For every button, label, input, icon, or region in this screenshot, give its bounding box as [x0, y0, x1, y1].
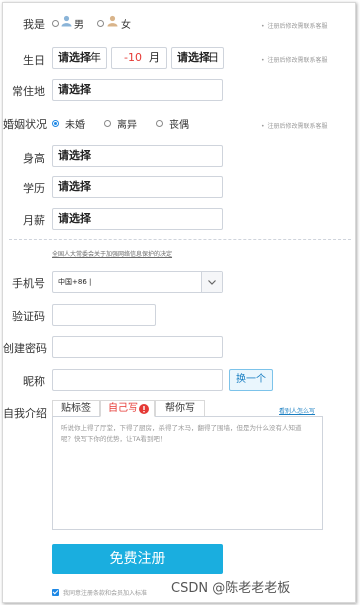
password-label: 创建密码: [3, 342, 47, 355]
tab-tags[interactable]: 贴标签: [52, 400, 100, 417]
phone-label: 手机号: [12, 277, 45, 290]
birth-day-value: 请选择: [177, 51, 210, 64]
agreement-text: 我同意注册条款和会员加入标准: [63, 590, 148, 597]
gender-male-label: 男: [74, 20, 84, 31]
education-label: 学历: [23, 182, 45, 195]
birth-year-select[interactable]: 请选择 年: [52, 47, 107, 69]
birth-month-unit: 月: [149, 51, 160, 64]
education-value: 请选择: [58, 180, 91, 193]
tab-write-yourself[interactable]: 自己写: [100, 400, 155, 417]
birthday-note: 注册后修改需联系客服: [261, 55, 328, 64]
chevron-down-icon: [208, 280, 216, 285]
intro-label: 自我介绍: [3, 407, 47, 420]
nickname-input[interactable]: [52, 369, 223, 391]
birth-month-select[interactable]: -10 月: [111, 47, 167, 69]
intro-textarea[interactable]: 听说你上得了厅堂，下得了厨房，杀得了木马，翻得了围墙，但是为什么没有人知道呢？快…: [52, 416, 323, 530]
residence-label: 常住地: [12, 85, 45, 98]
salary-value: 请选择: [58, 212, 91, 225]
marital-divorced-label: 离异: [117, 120, 137, 131]
height-select[interactable]: 请选择: [52, 145, 223, 167]
education-select[interactable]: 请选择: [52, 176, 223, 198]
birth-month-value: -10: [124, 51, 142, 64]
gender-female-radio[interactable]: [97, 20, 104, 27]
marital-widowed-label: 丧偶: [169, 120, 189, 131]
phone-country-dropdown[interactable]: [201, 272, 222, 292]
see-others-link[interactable]: 看别人怎么写: [279, 406, 315, 415]
height-label: 身高: [23, 152, 45, 165]
marital-widowed-radio[interactable]: [156, 120, 163, 127]
gender-female-label: 女: [121, 20, 131, 31]
code-input[interactable]: [52, 304, 156, 326]
salary-select[interactable]: 请选择: [52, 208, 223, 230]
section-divider: [9, 239, 351, 240]
female-user-icon: [107, 15, 118, 27]
height-value: 请选择: [58, 149, 91, 162]
birth-year-value: 请选择: [58, 51, 91, 64]
phone-input[interactable]: 中国+86 |: [52, 271, 223, 293]
marital-note: 注册后修改需联系客服: [261, 121, 328, 130]
gender-note: 注册后修改需联系客服: [261, 21, 328, 30]
male-user-icon: [61, 15, 72, 27]
residence-select[interactable]: 请选择: [52, 79, 223, 101]
phone-value: 中国+86 |: [58, 278, 92, 286]
watermark-text: CSDN @陈老老老板: [169, 577, 293, 596]
code-label: 验证码: [12, 310, 45, 323]
gender-label: 我是: [23, 18, 45, 31]
marital-label: 婚姻状况: [3, 118, 47, 131]
birth-year-unit: 年: [90, 51, 101, 64]
change-nickname-button[interactable]: 换一个: [229, 369, 273, 391]
alert-icon: [139, 404, 149, 414]
register-button[interactable]: 免费注册: [52, 544, 223, 574]
marital-divorced-radio[interactable]: [104, 120, 111, 127]
tab-write-yourself-label: 自己写: [108, 403, 138, 414]
gender-male-radio[interactable]: [52, 20, 59, 27]
salary-label: 月薪: [23, 214, 45, 227]
registration-form-window: 我是 男 女 注册后修改需联系客服 生日 请选择 年 -10 月 请选择 日 注…: [2, 2, 356, 603]
marital-unmarried-label: 未婚: [65, 120, 85, 131]
agreement-checkbox[interactable]: [52, 589, 59, 596]
residence-value: 请选择: [58, 83, 91, 96]
birth-day-unit: 日: [208, 51, 219, 64]
birth-day-select[interactable]: 请选择 日: [171, 47, 224, 69]
birthday-label: 生日: [23, 54, 45, 67]
marital-unmarried-radio[interactable]: [52, 120, 59, 127]
password-input[interactable]: [52, 336, 223, 358]
nickname-label: 昵称: [23, 375, 45, 388]
intro-placeholder: 听说你上得了厅堂，下得了厨房，杀得了木马，翻得了围墙，但是为什么没有人知道呢？快…: [61, 424, 302, 443]
notice-link[interactable]: 全国人大常委会关于加强网络信息保护的决定: [52, 249, 172, 258]
tab-help-write[interactable]: 帮你写: [155, 400, 205, 417]
